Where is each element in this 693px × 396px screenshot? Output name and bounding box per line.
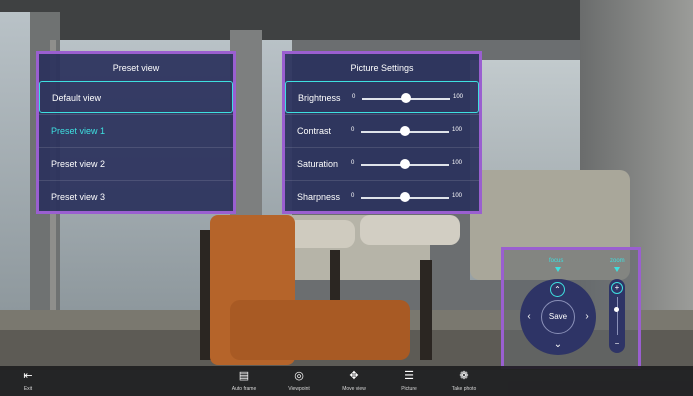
viewpoint-button[interactable]: ◎ Viewpoint — [277, 366, 321, 396]
picture-settings-title: Picture Settings — [350, 63, 414, 73]
focus-label: focus — [549, 258, 564, 264]
preset-view-title: Preset view — [112, 63, 160, 73]
preset-item-label: Default view — [52, 93, 102, 103]
slider-knob[interactable] — [400, 192, 410, 202]
slider-min: 0 — [352, 94, 356, 100]
save-button[interactable]: Save — [541, 300, 575, 334]
sharpness-row[interactable]: Sharpness 0 100 — [285, 180, 479, 212]
exit-button[interactable]: ⇤ Exit — [6, 366, 50, 396]
move-view-icon: ✥ — [349, 370, 359, 382]
setting-label: Saturation — [297, 159, 339, 169]
picture-settings-icon: ☰ — [404, 370, 414, 382]
move-view-button[interactable]: ✥ Move view — [332, 366, 376, 396]
zoom-label: zoom — [610, 258, 625, 264]
contrast-slider[interactable]: 0 100 — [351, 115, 471, 147]
camera-control-panel: focus zoom ⌃ ‹ › ⌄ Save + − — [504, 250, 638, 366]
slider-knob[interactable] — [401, 93, 411, 103]
exit-icon: ⇤ — [23, 370, 33, 382]
saturation-row[interactable]: Saturation 0 100 — [285, 147, 479, 179]
brightness-row[interactable]: Brightness 0 100 — [285, 81, 479, 113]
bottom-toolbar: ⇤ Exit ▤ Auto frame ◎ Viewpoint ✥ Move v… — [0, 366, 693, 396]
preset-item-default-view[interactable]: Default view — [39, 81, 233, 113]
preset-item-preset-view-2[interactable]: Preset view 2 — [39, 147, 233, 179]
zoom-slider[interactable]: + − — [609, 279, 625, 353]
slider-max: 100 — [453, 94, 464, 100]
slider-max: 100 — [452, 193, 463, 199]
preset-item-label: Preset view 1 — [51, 126, 106, 136]
focus-dpad: ⌃ ‹ › ⌄ Save — [520, 279, 596, 355]
zoom-out-icon[interactable]: − — [611, 338, 623, 350]
slider-knob[interactable] — [400, 159, 410, 169]
slider-min: 0 — [351, 160, 355, 166]
viewpoint-icon: ◎ — [294, 370, 304, 382]
zoom-track — [617, 297, 618, 335]
slider-min: 0 — [351, 193, 355, 199]
move-view-label: Move view — [342, 386, 366, 392]
slider-max: 100 — [452, 127, 463, 133]
preset-view-panel: Preset view Default view Preset view 1 P… — [39, 54, 233, 211]
preset-item-label: Preset view 2 — [51, 159, 106, 169]
slider-knob[interactable] — [400, 126, 410, 136]
exit-label: Exit — [23, 386, 33, 392]
preset-item-preset-view-1[interactable]: Preset view 1 — [39, 114, 233, 146]
auto-frame-icon: ▤ — [238, 370, 250, 382]
focus-indicator-icon — [555, 267, 561, 272]
zoom-indicator-icon — [614, 267, 620, 272]
brightness-slider[interactable]: 0 100 — [352, 82, 472, 114]
sharpness-slider[interactable]: 0 100 — [351, 181, 471, 213]
picture-label: Picture — [401, 386, 417, 392]
picture-button[interactable]: ☰ Picture — [387, 366, 431, 396]
take-photo-label: Take photo — [451, 386, 477, 392]
slider-min: 0 — [351, 127, 355, 133]
chevron-right-icon[interactable]: › — [581, 311, 593, 323]
take-photo-button[interactable]: ❁ Take photo — [442, 366, 486, 396]
preset-item-label: Preset view 3 — [51, 192, 106, 202]
setting-label: Brightness — [298, 93, 341, 103]
contrast-row[interactable]: Contrast 0 100 — [285, 114, 479, 146]
slider-max: 100 — [452, 160, 463, 166]
auto-frame-label: Auto frame — [231, 386, 257, 392]
viewpoint-label: Viewpoint — [288, 386, 310, 392]
chevron-up-icon[interactable]: ⌃ — [550, 282, 565, 297]
shutter-icon: ❁ — [459, 370, 469, 382]
setting-label: Sharpness — [297, 192, 341, 202]
chevron-left-icon[interactable]: ‹ — [523, 311, 535, 323]
saturation-slider[interactable]: 0 100 — [351, 148, 471, 180]
picture-settings-panel: Picture Settings Brightness 0 100 Contra… — [285, 54, 479, 211]
setting-label: Contrast — [297, 126, 332, 136]
zoom-in-icon[interactable]: + — [611, 282, 623, 294]
chevron-down-icon[interactable]: ⌄ — [552, 339, 564, 351]
zoom-knob[interactable] — [614, 307, 619, 312]
preset-item-preset-view-3[interactable]: Preset view 3 — [39, 180, 233, 212]
auto-frame-button[interactable]: ▤ Auto frame — [222, 366, 266, 396]
